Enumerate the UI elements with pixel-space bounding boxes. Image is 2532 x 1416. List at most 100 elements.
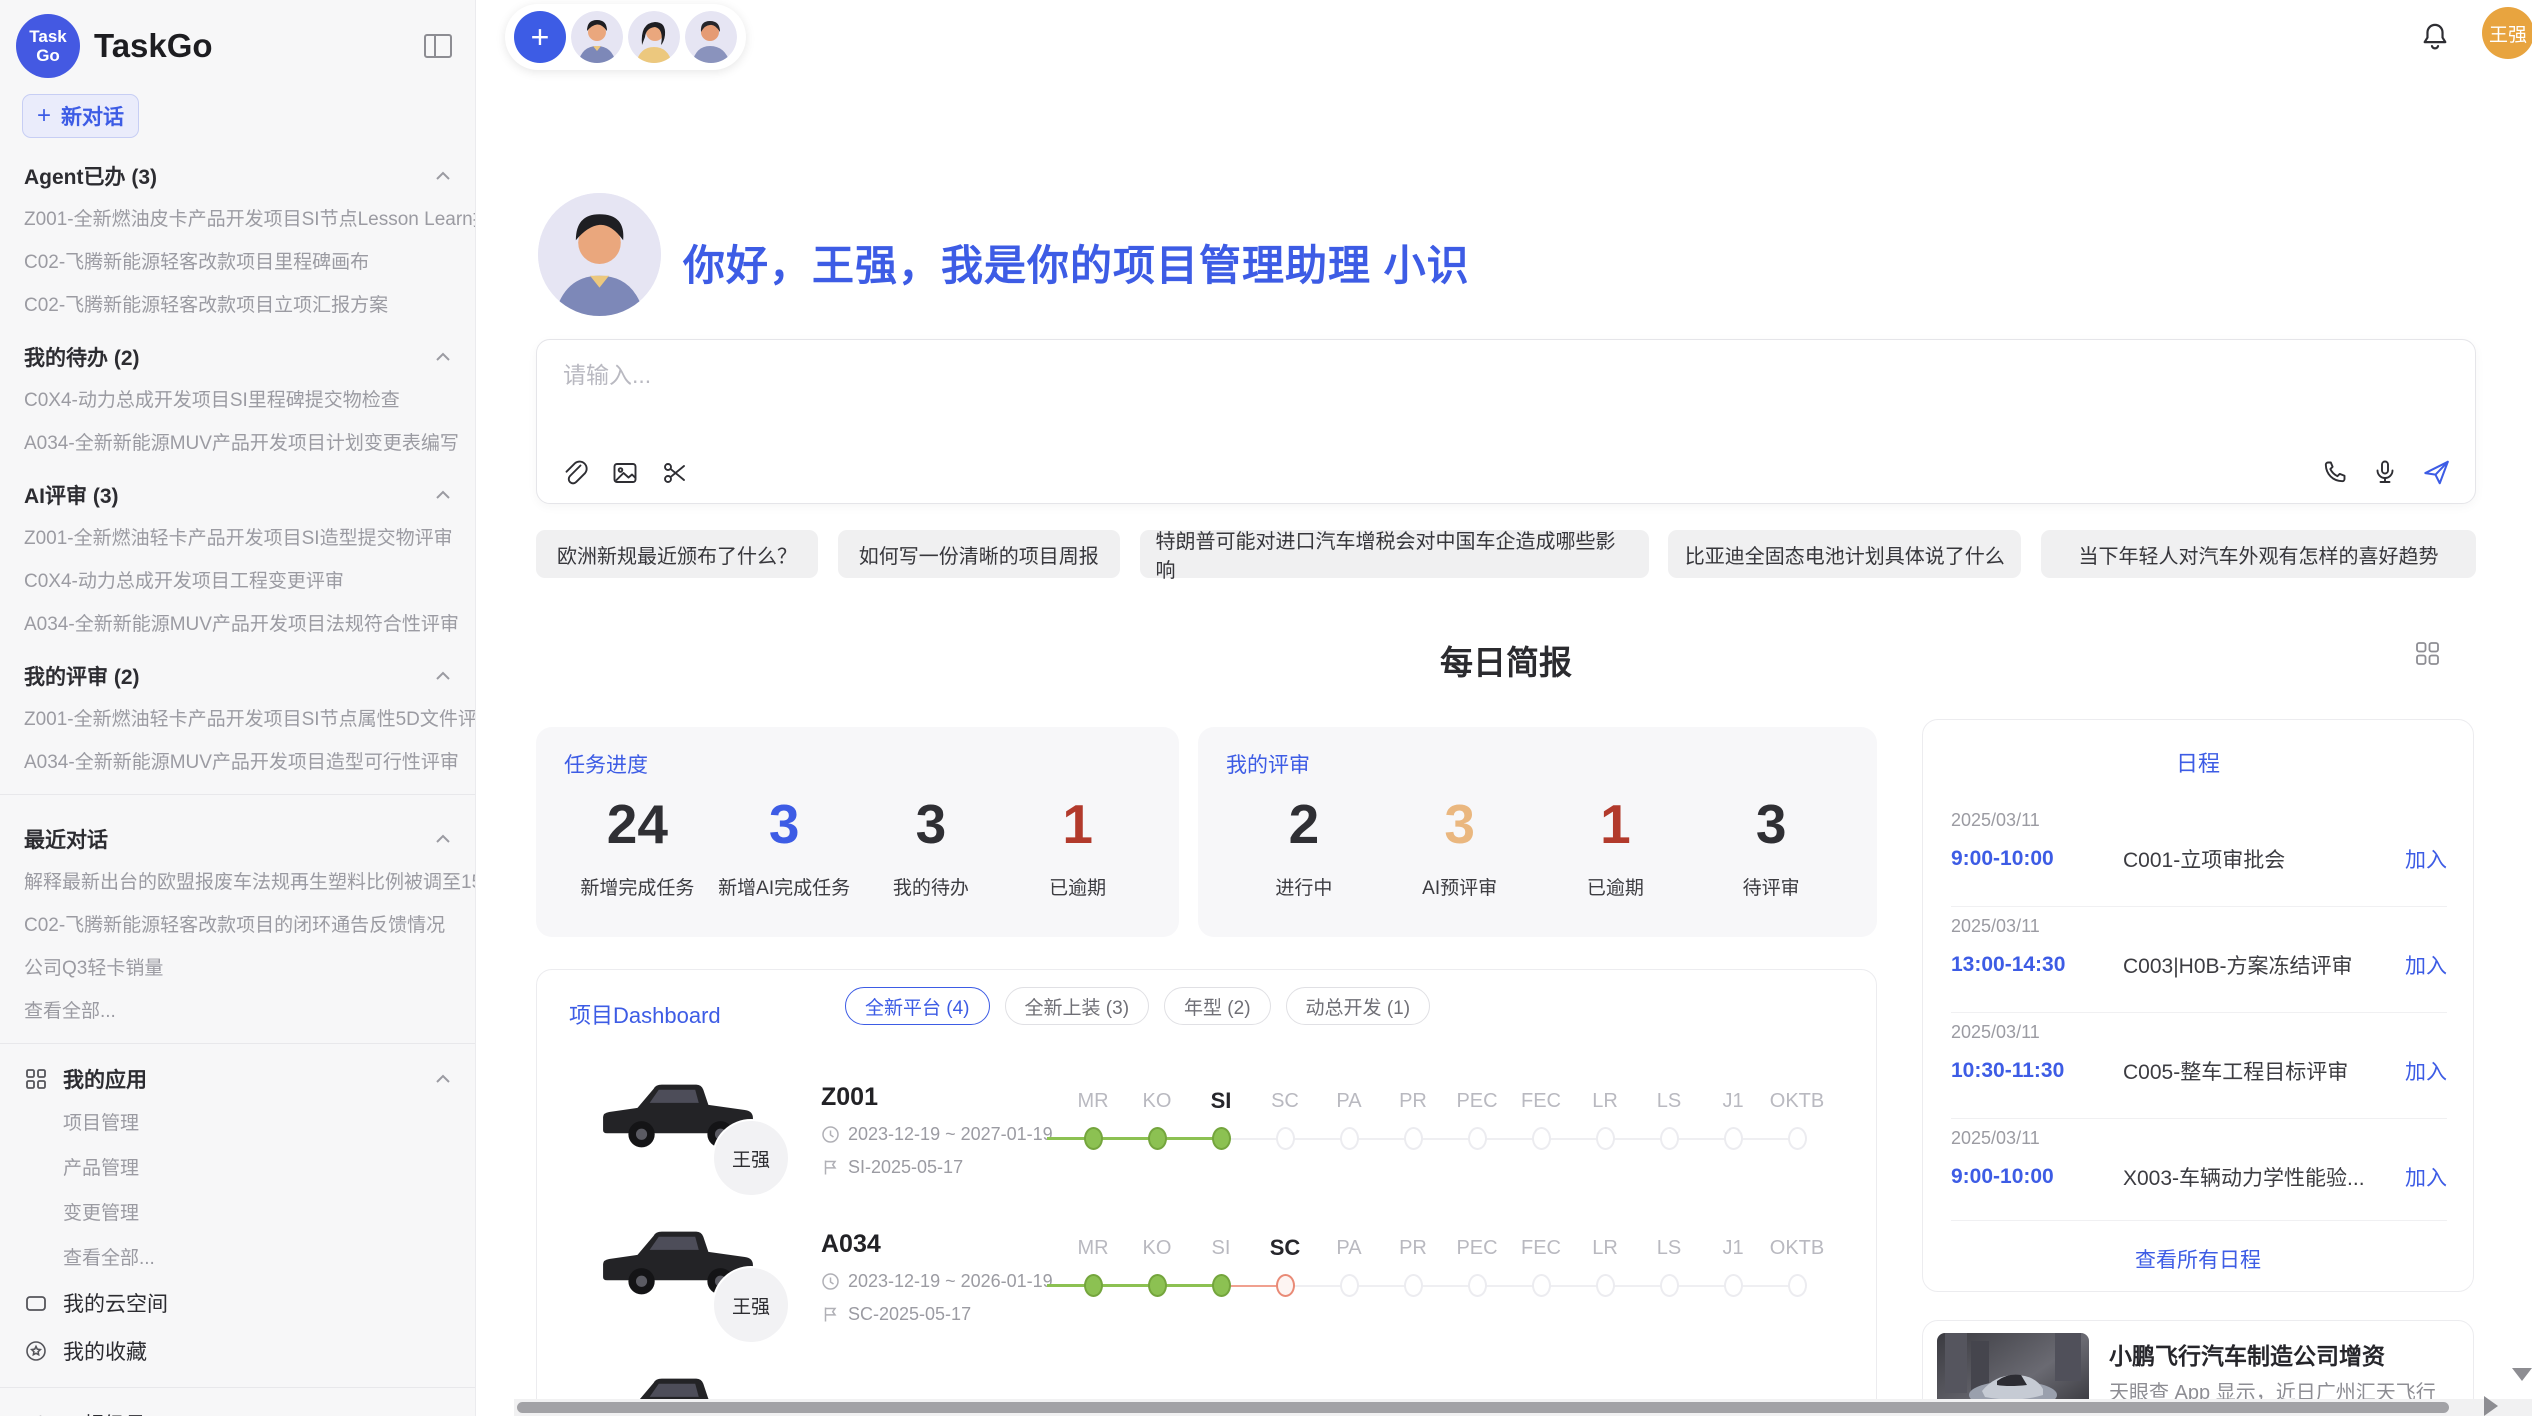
sidebar-item-cloud-space[interactable]: 我的云空间 bbox=[0, 1279, 475, 1327]
logo-text-top: Task bbox=[29, 27, 67, 46]
list-item[interactable]: 公司Q3轻卡销量 bbox=[0, 945, 475, 988]
list-item[interactable]: C02-飞腾新能源轻客改款项目里程碑画布 bbox=[0, 239, 475, 282]
new-chat-button[interactable]: + 新对话 bbox=[22, 94, 139, 138]
layout-grid-icon[interactable] bbox=[2414, 640, 2441, 667]
tab-powertrain[interactable]: 动总开发 (1) bbox=[1286, 987, 1431, 1025]
list-item[interactable]: A034-全新新能源MUV产品开发项目法规符合性评审 bbox=[0, 601, 475, 644]
milestone-label: PR bbox=[1399, 1087, 1427, 1115]
join-button[interactable]: 加入 bbox=[2405, 950, 2447, 980]
view-all-link[interactable]: 查看全部... bbox=[0, 1234, 475, 1279]
scissors-icon[interactable] bbox=[661, 459, 689, 487]
sidebar-item-label: 我的云空间 bbox=[63, 1288, 168, 1318]
join-button[interactable]: 加入 bbox=[2405, 1162, 2447, 1192]
plus-icon: + bbox=[37, 104, 51, 128]
join-button[interactable]: 加入 bbox=[2405, 1056, 2447, 1086]
sidebar-item-label: 我的收藏 bbox=[63, 1336, 147, 1366]
schedule-date: 2025/03/11 bbox=[1951, 916, 2447, 937]
clock-icon bbox=[821, 1125, 840, 1144]
section-my-todo[interactable]: 我的待办 (2) bbox=[0, 325, 475, 377]
phone-icon[interactable] bbox=[2321, 458, 2349, 486]
section-ai-review[interactable]: AI评审 (3) bbox=[0, 463, 475, 515]
project-flag-milestone: SI-2025-05-17 bbox=[821, 1157, 963, 1178]
stat-row: 2 进行中 3 AI预评审 1 已逾期 3 待评审 bbox=[1226, 791, 1849, 900]
milestone-dot bbox=[1276, 1127, 1295, 1150]
suggestion-chip[interactable]: 如何写一份清晰的项目周报 bbox=[838, 530, 1120, 578]
suggestion-chip[interactable]: 欧洲新规最近颁布了什么？ bbox=[536, 530, 818, 578]
list-item[interactable]: C02-飞腾新能源轻客改款项目立项汇报方案 bbox=[0, 282, 475, 325]
section-agent-done[interactable]: Agent已办 (3) bbox=[0, 144, 475, 196]
card-title: 任务进度 bbox=[564, 749, 1151, 779]
sidebar-item-label: AI超级员工 bbox=[63, 1409, 167, 1416]
section-recent-chats[interactable]: 最近对话 bbox=[0, 807, 475, 859]
view-all-schedule-link[interactable]: 查看所有日程 bbox=[1923, 1244, 2473, 1274]
mic-icon[interactable] bbox=[2371, 458, 2399, 486]
project-row[interactable]: 王强 A034 2023-12-19 ~ 2026-01-19 SC-2025-… bbox=[537, 1214, 1877, 1361]
chat-input[interactable] bbox=[561, 354, 2445, 438]
suggestion-chip[interactable]: 当下年轻人对汽车外观有怎样的喜好趋势 bbox=[2041, 530, 2476, 578]
sidebar-item-product-mgmt[interactable]: 产品管理 bbox=[0, 1144, 475, 1189]
sidebar-item-ai-staff[interactable]: AI超级员工 bbox=[0, 1400, 475, 1416]
scroll-down-arrow-icon[interactable] bbox=[2512, 1368, 2532, 1381]
milestone-dot bbox=[1084, 1274, 1103, 1297]
divider bbox=[0, 1387, 475, 1388]
chat-input-card bbox=[536, 339, 2476, 504]
list-item[interactable]: 解释最新出台的欧盟报废车法规再生塑料比例被调至15%... bbox=[0, 859, 475, 902]
suggestion-chip[interactable]: 特朗普可能对进口汽车增税会对中国车企造成哪些影响 bbox=[1140, 530, 1649, 578]
suggestion-chip[interactable]: 比亚迪全固态电池计划具体说了什么 bbox=[1668, 530, 2021, 578]
schedule-card: 日程 2025/03/11 9:00-10:00 C001-立项审批会 加入 2… bbox=[1922, 719, 2474, 1292]
stat-value: 3 bbox=[1693, 791, 1849, 857]
list-item[interactable]: A034-全新新能源MUV产品开发项目计划变更表编写 bbox=[0, 420, 475, 463]
section-title: 最近对话 bbox=[24, 824, 108, 854]
flag-icon bbox=[821, 1158, 840, 1177]
stat-label: 已逾期 bbox=[1004, 873, 1151, 900]
add-contact-button[interactable]: + bbox=[514, 11, 566, 63]
contact-avatar[interactable] bbox=[685, 11, 737, 63]
list-item[interactable]: C0X4-动力总成开发项目工程变更评审 bbox=[0, 558, 475, 601]
stat: 3 待评审 bbox=[1693, 791, 1849, 900]
horizontal-scrollbar-thumb[interactable] bbox=[517, 1402, 2449, 1413]
milestone-label: FEC bbox=[1521, 1087, 1561, 1115]
project-dates: 2023-12-19 ~ 2026-01-19 bbox=[821, 1271, 1053, 1292]
stat: 1 已逾期 bbox=[1538, 791, 1694, 900]
stat-label: 进行中 bbox=[1226, 873, 1382, 900]
clock-icon bbox=[821, 1272, 840, 1291]
milestone-label: LS bbox=[1657, 1087, 1681, 1115]
contact-avatar[interactable] bbox=[571, 11, 623, 63]
sidebar-collapse-icon[interactable] bbox=[421, 31, 455, 61]
list-item[interactable]: Z001-全新燃油轻卡产品开发项目SI节点属性5D文件评审 bbox=[0, 696, 475, 739]
milestone-dot bbox=[1596, 1274, 1615, 1297]
section-my-review[interactable]: 我的评审 (2) bbox=[0, 644, 475, 696]
news-title: 小鹏飞行汽车制造公司增资 bbox=[2109, 1337, 2385, 1371]
tab-new-body[interactable]: 全新上装 (3) bbox=[1005, 987, 1150, 1025]
milestone-label: PEC bbox=[1456, 1234, 1497, 1262]
stat: 3 AI预评审 bbox=[1382, 791, 1538, 900]
project-owner-avatar: 王强 bbox=[712, 1119, 790, 1197]
notification-bell-icon[interactable] bbox=[2418, 20, 2452, 54]
input-actions bbox=[2321, 457, 2451, 487]
sidebar-item-favorites[interactable]: 我的收藏 bbox=[0, 1327, 475, 1375]
list-item[interactable]: Z001-全新燃油皮卡产品开发项目SI节点Lesson Learn报告 bbox=[0, 196, 475, 239]
image-icon[interactable] bbox=[611, 459, 639, 487]
section-my-apps[interactable]: 我的应用 bbox=[0, 1056, 475, 1099]
contact-avatar[interactable] bbox=[628, 11, 680, 63]
sidebar-item-change-mgmt[interactable]: 变更管理 bbox=[0, 1189, 475, 1234]
list-item[interactable]: C02-飞腾新能源轻客改款项目的闭环通告反馈情况 bbox=[0, 902, 475, 945]
send-icon[interactable] bbox=[2421, 457, 2451, 487]
view-all-link[interactable]: 查看全部... bbox=[0, 988, 475, 1031]
sidebar-header: Task Go TaskGo bbox=[0, 0, 475, 84]
tab-all-platform[interactable]: 全新平台 (4) bbox=[845, 987, 990, 1025]
list-item[interactable]: Z001-全新燃油轻卡产品开发项目SI造型提交物评审 bbox=[0, 515, 475, 558]
list-item[interactable]: A034-全新新能源MUV产品开发项目造型可行性评审 bbox=[0, 739, 475, 782]
milestone-dot bbox=[1596, 1127, 1615, 1150]
milestone-line-pending bbox=[1221, 1138, 1798, 1140]
milestone-label: MR bbox=[1077, 1234, 1108, 1262]
join-button[interactable]: 加入 bbox=[2405, 844, 2447, 874]
sidebar-item-project-mgmt[interactable]: 项目管理 bbox=[0, 1099, 475, 1144]
list-item[interactable]: C0X4-动力总成开发项目SI里程碑提交物检查 bbox=[0, 377, 475, 420]
scroll-right-arrow-icon[interactable] bbox=[2484, 1396, 2498, 1416]
user-avatar[interactable]: 王强 bbox=[2482, 7, 2532, 59]
cloud-space-icon bbox=[24, 1291, 48, 1315]
project-row[interactable]: 王强 Z001 2023-12-19 ~ 2027-01-19 SI-2025-… bbox=[537, 1067, 1877, 1214]
paperclip-icon[interactable] bbox=[561, 459, 589, 487]
tab-year-model[interactable]: 年型 (2) bbox=[1164, 987, 1271, 1025]
